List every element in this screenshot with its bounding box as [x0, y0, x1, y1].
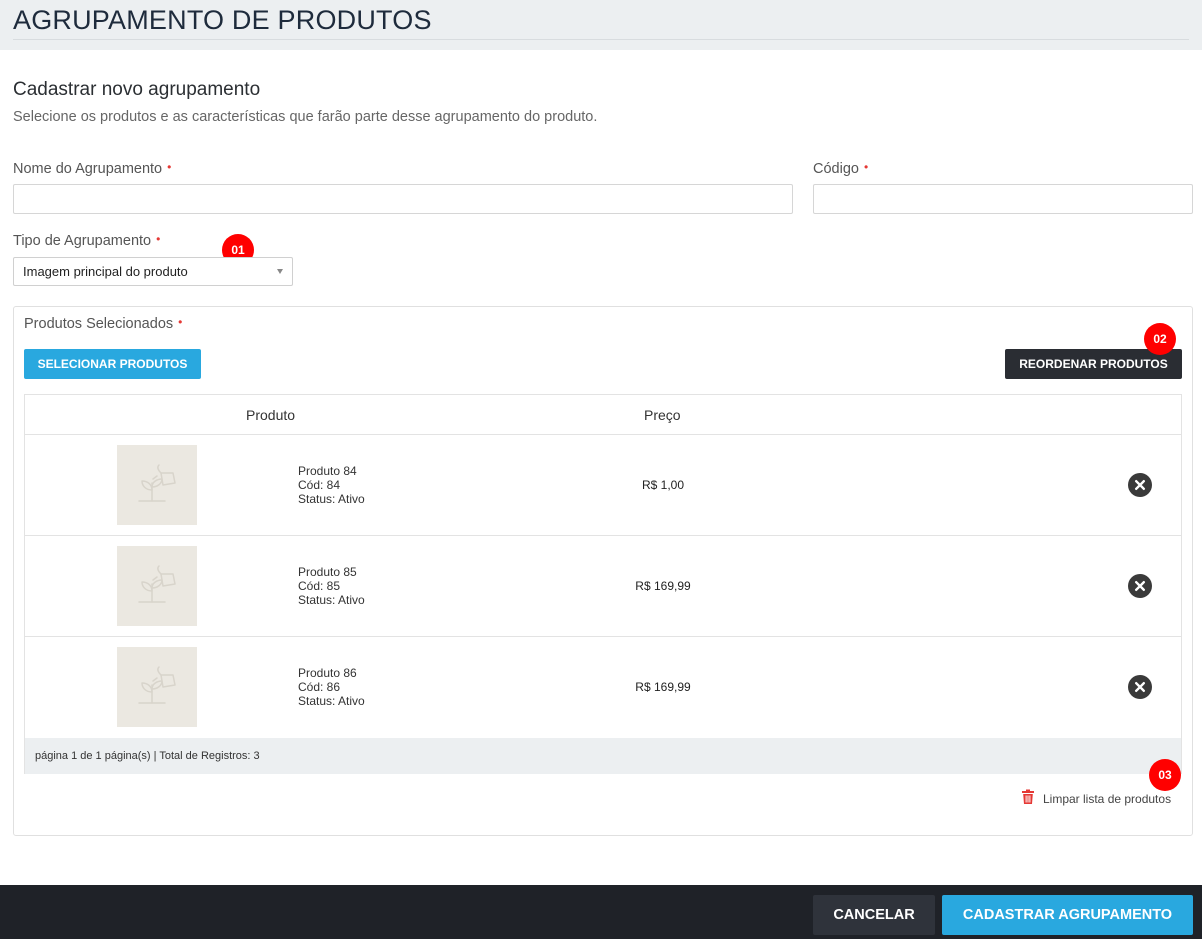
required-mark: •: [167, 160, 172, 174]
product-placeholder-icon: [117, 546, 197, 626]
pagination-text: página 1 de 1 página(s) | Total de Regis…: [35, 750, 260, 762]
caret-down-icon: [277, 269, 283, 274]
product-placeholder-icon: [117, 445, 197, 525]
annotation-badge-03: 03: [1149, 759, 1181, 791]
page-header: AGRUPAMENTO DE PRODUTOS: [0, 0, 1202, 50]
nome-label: Nome do Agrupamento •: [13, 160, 172, 177]
product-name: Produto 86: [298, 666, 357, 680]
table-row: Produto 86 Cód: 86 Status: Ativo R$ 169,…: [25, 636, 1181, 737]
required-mark: •: [156, 232, 161, 246]
pagination-bar: página 1 de 1 página(s) | Total de Regis…: [25, 738, 1181, 774]
annotation-badge-02: 02: [1144, 323, 1176, 355]
product-price: R$ 169,99: [635, 579, 691, 593]
submit-grouping-button[interactable]: CADASTRAR AGRUPAMENTO: [942, 895, 1193, 935]
tipo-select[interactable]: Imagem principal do produto: [13, 257, 293, 286]
select-products-button[interactable]: SELECIONAR PRODUTOS: [24, 349, 201, 379]
product-status: Status: Ativo: [298, 492, 365, 506]
remove-product-button[interactable]: [1128, 675, 1152, 699]
header-divider: [13, 39, 1189, 40]
column-header-preco: Preço: [644, 407, 681, 423]
product-code: Cód: 85: [298, 579, 341, 593]
codigo-label-text: Código: [813, 161, 859, 177]
section-subtitle: Selecione os produtos e as característic…: [13, 109, 598, 125]
product-info: Produto 85 Cód: 85 Status: Ativo: [298, 565, 365, 607]
required-mark: •: [863, 160, 869, 174]
bottom-action-bar: CANCELAR CADASTRAR AGRUPAMENTO: [0, 885, 1202, 939]
product-name: Produto 85: [298, 565, 357, 579]
produtos-label: Produtos Selecionados •: [24, 315, 183, 332]
remove-product-button[interactable]: [1128, 574, 1152, 598]
table-row: Produto 84 Cód: 84 Status: Ativo R$ 1,00: [25, 434, 1181, 535]
column-header-produto: Produto: [246, 407, 296, 423]
clear-products-label: Limpar lista de produtos: [1043, 792, 1172, 806]
product-info: Produto 86 Cód: 86 Status: Ativo: [298, 666, 365, 708]
nome-input[interactable]: [13, 184, 793, 214]
tipo-label-text: Tipo de Agrupamento: [13, 233, 152, 249]
required-mark: •: [178, 315, 183, 329]
products-table: Produto Preço Produto 84 Cód: 84 Status:…: [24, 394, 1182, 774]
nome-label-text: Nome do Agrupamento: [13, 161, 163, 177]
page-title: AGRUPAMENTO DE PRODUTOS: [13, 5, 432, 35]
codigo-input[interactable]: [813, 184, 1193, 214]
product-info: Produto 84 Cód: 84 Status: Ativo: [298, 464, 365, 506]
product-code: Cód: 86: [298, 680, 341, 694]
trash-icon: [1022, 789, 1034, 804]
cancel-button[interactable]: CANCELAR: [813, 895, 935, 935]
remove-product-button[interactable]: [1128, 473, 1152, 497]
produtos-label-text: Produtos Selecionados: [24, 316, 174, 332]
product-status: Status: Ativo: [298, 694, 365, 708]
product-name: Produto 84: [298, 464, 357, 478]
product-status: Status: Ativo: [298, 593, 365, 607]
close-circle-icon: [1135, 682, 1145, 692]
table-row: Produto 85 Cód: 85 Status: Ativo R$ 169,…: [25, 535, 1181, 636]
close-circle-icon: [1135, 581, 1145, 591]
product-price: R$ 1,00: [641, 478, 685, 492]
close-circle-icon: [1135, 480, 1145, 490]
codigo-label: Código •: [813, 160, 869, 177]
product-placeholder-icon: [117, 647, 197, 727]
section-title: Cadastrar novo agrupamento: [13, 79, 261, 100]
product-price: R$ 169,99: [635, 680, 691, 694]
tipo-selected-value: Imagem principal do produto: [23, 264, 188, 279]
product-code: Cód: 84: [298, 478, 341, 492]
tipo-label: Tipo de Agrupamento •: [13, 232, 161, 249]
